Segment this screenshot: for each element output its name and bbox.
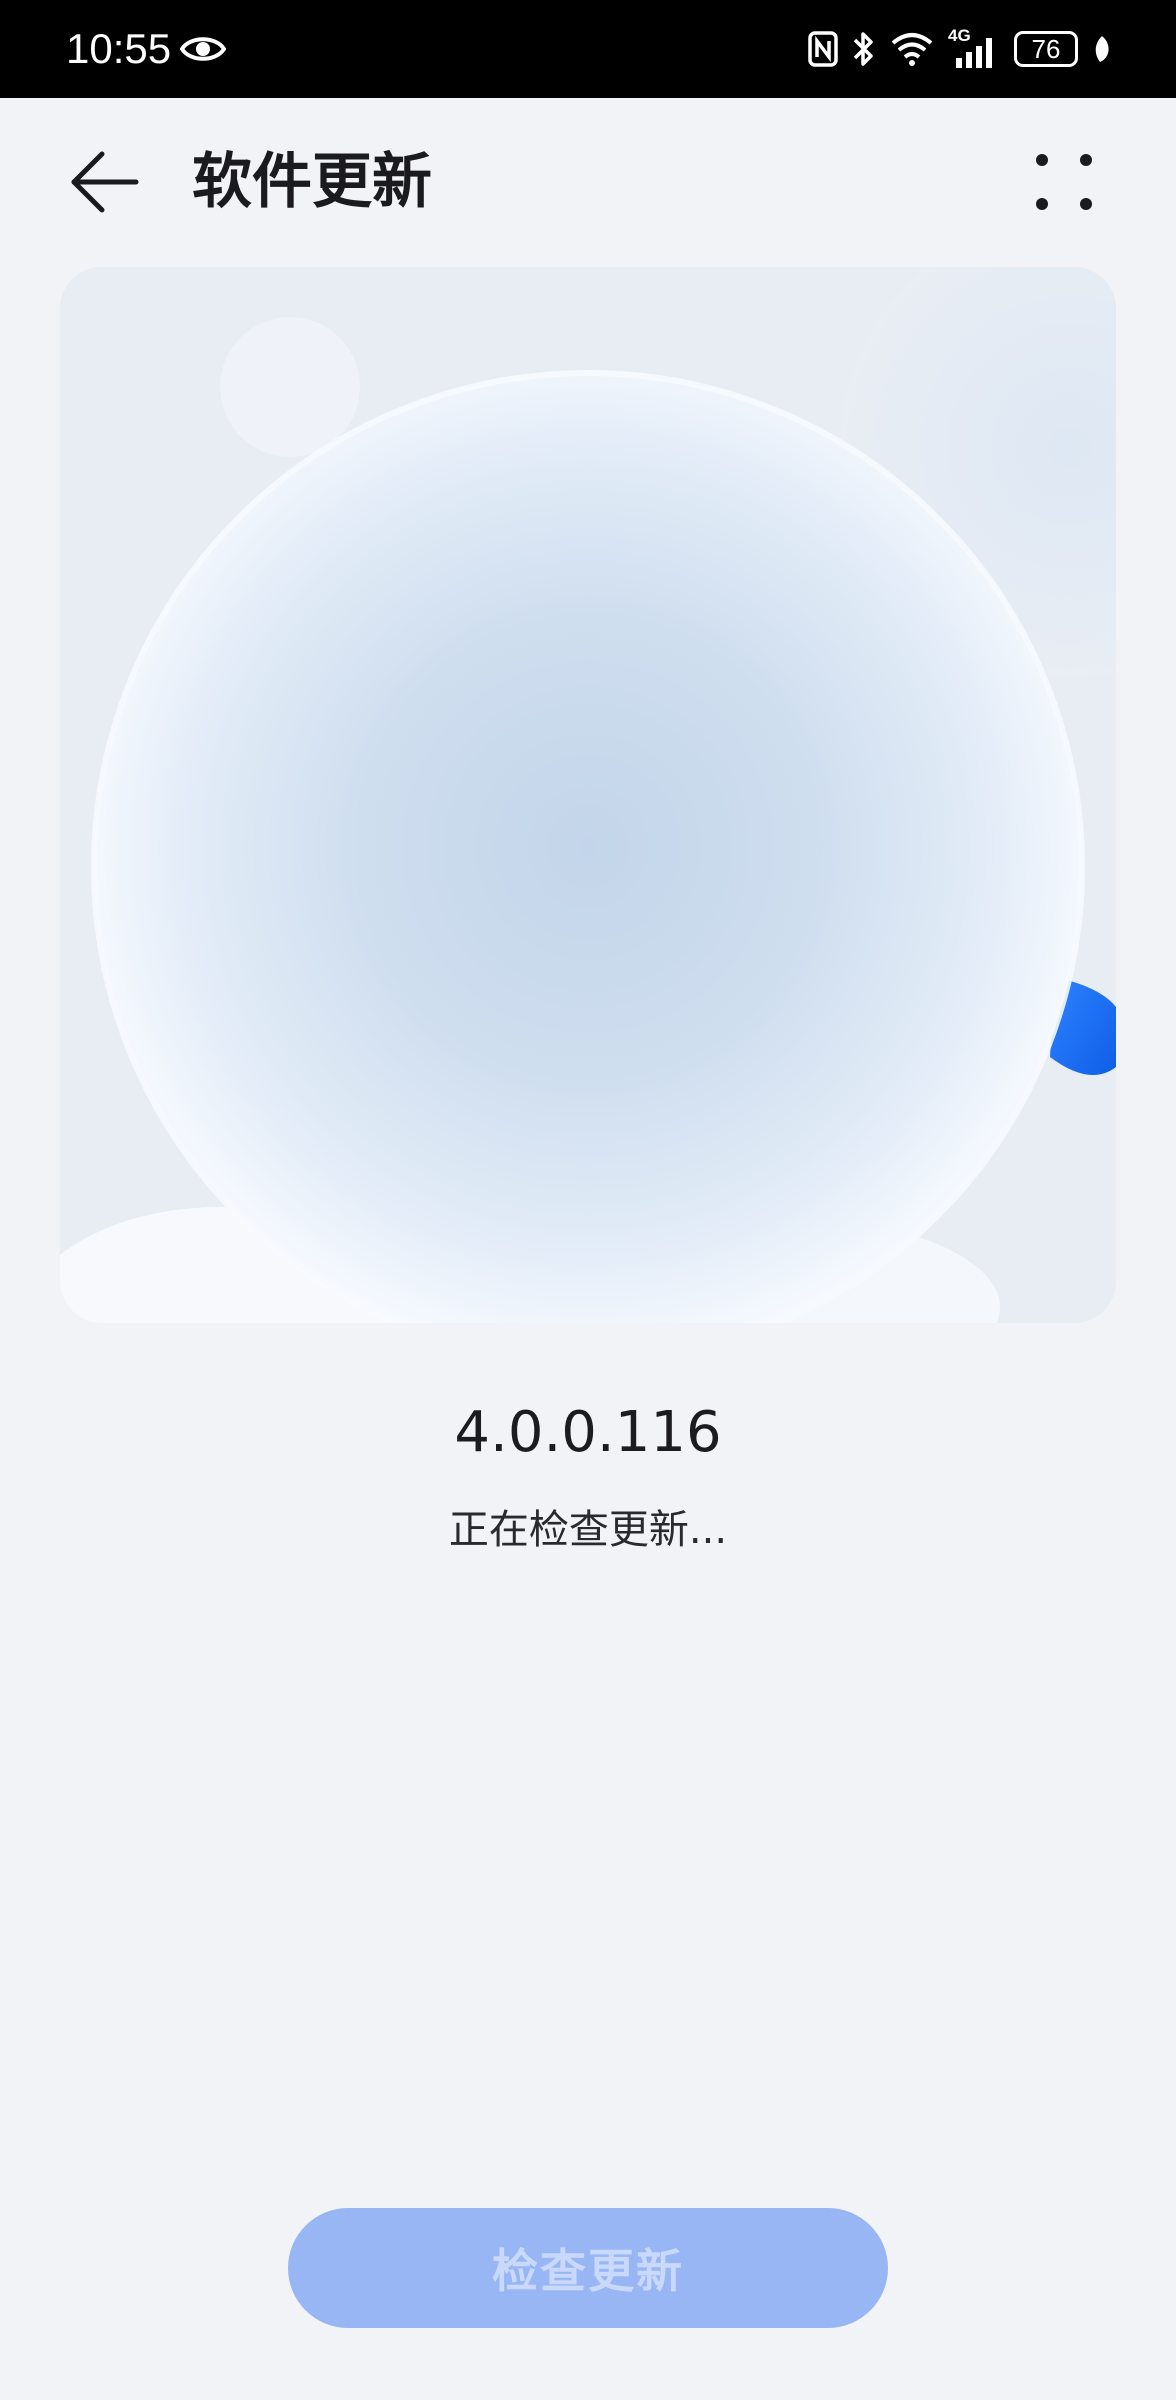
wifi-icon xyxy=(891,33,933,66)
hero-illustration xyxy=(60,267,1116,1323)
nfc-icon xyxy=(808,31,838,67)
battery-icon: 76 xyxy=(1014,31,1078,67)
eye-icon xyxy=(180,37,226,61)
status-time: 10:55 xyxy=(66,25,172,72)
app-bar: 软件更新 xyxy=(0,98,1176,268)
check-update-button[interactable]: 检查更新 xyxy=(288,2208,888,2328)
battery-level: 76 xyxy=(1031,33,1061,64)
sphere-illustration xyxy=(60,267,1116,1323)
bluetooth-icon xyxy=(853,32,873,66)
more-options-icon[interactable] xyxy=(1030,150,1098,214)
back-arrow-icon[interactable] xyxy=(66,148,142,216)
status-bar: 10:55 4G 76 xyxy=(0,0,1176,98)
cellular-signal-icon: 4G xyxy=(948,26,1000,68)
version-number: 4.0.0.116 xyxy=(454,1400,722,1465)
page-title: 软件更新 xyxy=(192,147,432,217)
status-icons: 4G 76 xyxy=(808,26,1112,72)
leaf-icon xyxy=(1095,36,1109,62)
update-status: 正在检查更新... xyxy=(448,1507,728,1553)
